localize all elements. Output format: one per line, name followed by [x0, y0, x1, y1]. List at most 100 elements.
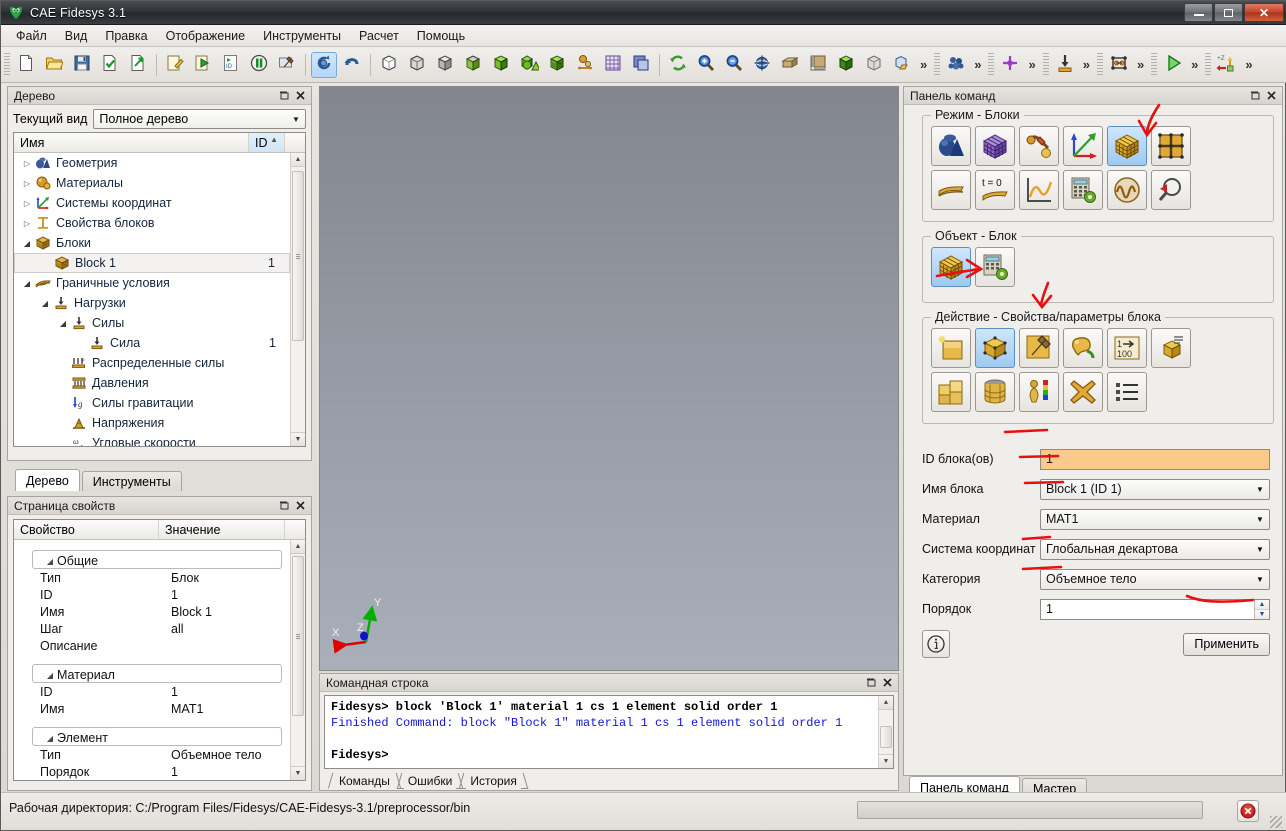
- coordsys-combo[interactable]: Глобальная декартова ▼: [1040, 538, 1270, 560]
- tree-item-7[interactable]: ◢ Нагрузки: [14, 293, 290, 313]
- property-column-property[interactable]: Свойство: [14, 520, 159, 539]
- tree-item-1[interactable]: ▷ Материалы: [14, 173, 290, 193]
- property-row-8[interactable]: Имя MAT1: [14, 700, 290, 717]
- toolbar-overflow-button[interactable]: »: [1133, 57, 1148, 72]
- property-row-7[interactable]: ID 1: [14, 683, 290, 700]
- tree-item-10[interactable]: p Распределенные силы: [14, 353, 290, 373]
- expand-arrow-down-icon[interactable]: ◢: [38, 299, 52, 308]
- property-scroll-thumb[interactable]: [292, 556, 304, 716]
- mode-contact-button[interactable]: [931, 170, 971, 210]
- expand-arrow-right-icon[interactable]: ▷: [20, 199, 34, 208]
- scroll-up-icon[interactable]: ▲: [291, 540, 305, 554]
- open-folder-button[interactable]: [41, 52, 67, 78]
- menu-tools[interactable]: Инструменты: [254, 26, 350, 46]
- export-file-button[interactable]: [125, 52, 151, 78]
- display-transparent-button[interactable]: [861, 52, 887, 78]
- shaded-grey-cube-button[interactable]: [432, 52, 458, 78]
- hiddenline-cube-button[interactable]: [404, 52, 430, 78]
- menu-edit[interactable]: Правка: [96, 26, 156, 46]
- object-block-settings-button[interactable]: [975, 247, 1015, 287]
- action-modify-button[interactable]: [1019, 328, 1059, 368]
- tree-item-5[interactable]: Block 1 1: [14, 253, 290, 273]
- z-axis-view-button[interactable]: +Z: [1214, 52, 1240, 78]
- tree-item-13[interactable]: Напряжения: [14, 413, 290, 433]
- property-row-4[interactable]: Шаг all: [14, 620, 290, 637]
- toolbar-grip[interactable]: [4, 52, 10, 77]
- undo-arrow-button[interactable]: [339, 52, 365, 78]
- action-block-properties-button[interactable]: [975, 328, 1015, 368]
- expand-arrow-down-icon[interactable]: ◢: [56, 319, 70, 328]
- block-name-combo[interactable]: Block 1 (ID 1) ▼: [1040, 478, 1270, 500]
- wireframe-cube-button[interactable]: [376, 52, 402, 78]
- scroll-up-icon[interactable]: ▲: [291, 153, 305, 167]
- action-list-button[interactable]: [1107, 372, 1147, 412]
- expand-arrow-down-icon[interactable]: ◢: [43, 734, 57, 743]
- tree-item-4[interactable]: ◢ Блоки: [14, 233, 290, 253]
- console-tab-0[interactable]: Команды: [327, 773, 402, 789]
- tree-close-button[interactable]: [293, 89, 307, 103]
- edit-journal-button[interactable]: [162, 52, 188, 78]
- tree-item-0[interactable]: ▷ Геометрия: [14, 153, 290, 173]
- save-disk-button[interactable]: [69, 52, 95, 78]
- grid-button[interactable]: [600, 52, 626, 78]
- action-legend-button[interactable]: [1019, 372, 1059, 412]
- mode-initial-state-button[interactable]: t = 0: [975, 170, 1015, 210]
- toolbar-overflow-button[interactable]: »: [1241, 57, 1256, 72]
- tree-column-id[interactable]: ID ▲: [249, 133, 285, 152]
- id-journal-button[interactable]: ID: [218, 52, 244, 78]
- property-float-button[interactable]: [277, 499, 291, 513]
- expand-arrow-right-icon[interactable]: ▷: [20, 179, 34, 188]
- console-scroll-thumb[interactable]: [880, 726, 892, 748]
- expand-arrow-right-icon[interactable]: ▷: [20, 159, 34, 168]
- mode-coordsys-button[interactable]: [1063, 126, 1103, 166]
- property-row-6[interactable]: ◢ Материал: [32, 664, 282, 683]
- node-cross-button[interactable]: [997, 52, 1023, 78]
- action-renumber-button[interactable]: 1 100: [1107, 328, 1147, 368]
- console-tab-2[interactable]: История: [459, 773, 529, 789]
- property-row-11[interactable]: Порядок 1: [14, 763, 290, 780]
- composite-button[interactable]: [572, 52, 598, 78]
- console-float-button[interactable]: [864, 676, 878, 690]
- mode-chart-button[interactable]: [1019, 170, 1059, 210]
- action-merge-button[interactable]: [931, 372, 971, 412]
- action-paint-button[interactable]: [1063, 328, 1103, 368]
- category-combo[interactable]: Объемное тело ▼: [1040, 568, 1270, 590]
- scale-ruler-button[interactable]: [805, 52, 831, 78]
- tree-item-14[interactable]: ω Угловые скорости: [14, 433, 290, 446]
- property-row-5[interactable]: Описание: [14, 637, 290, 654]
- geometry-shapes-button[interactable]: [516, 52, 542, 78]
- object-block-button[interactable]: [931, 247, 971, 287]
- expand-arrow-down-icon[interactable]: ◢: [20, 279, 34, 288]
- tree-float-button[interactable]: [277, 89, 291, 103]
- material-combo[interactable]: MAT1 ▼: [1040, 508, 1270, 530]
- minimize-button[interactable]: [1184, 3, 1213, 22]
- graphics-viewport[interactable]: X Y Z: [319, 86, 899, 671]
- build-hammer-button[interactable]: [274, 52, 300, 78]
- run-solver-button[interactable]: [1160, 52, 1186, 78]
- resize-grip[interactable]: [1270, 816, 1282, 828]
- tree-view[interactable]: Имя ID ▲ ▷ Геометрия ▷ Материалы ▷ Системы ко…: [13, 132, 306, 447]
- new-file-button[interactable]: [13, 52, 39, 78]
- tree-item-2[interactable]: ▷ Системы координат: [14, 193, 290, 213]
- mode-blocks-button[interactable]: [1107, 126, 1147, 166]
- property-row-1[interactable]: Тип Блок: [14, 569, 290, 586]
- smooth-shade-cube-button[interactable]: [460, 52, 486, 78]
- boundary-edges-button[interactable]: [1106, 52, 1132, 78]
- mode-calc-settings-button[interactable]: [1063, 170, 1103, 210]
- property-row-0[interactable]: ◢ Общие: [32, 550, 282, 569]
- load-force-button[interactable]: [1052, 52, 1078, 78]
- property-grid[interactable]: Свойство Значение ◢ Общие Тип Блок ID 1 Имя Blo…: [13, 519, 306, 781]
- left-tab-tree[interactable]: Дерево: [15, 469, 80, 491]
- menu-file[interactable]: Файл: [7, 26, 56, 46]
- command-float-button[interactable]: [1248, 89, 1262, 103]
- zoom-in-button[interactable]: [693, 52, 719, 78]
- property-close-button[interactable]: [293, 499, 307, 513]
- spin-down-icon[interactable]: ▼: [1255, 609, 1269, 619]
- tree-item-8[interactable]: ◢ Силы: [14, 313, 290, 333]
- property-row-10[interactable]: Тип Объемное тело: [14, 746, 290, 763]
- toolbar-grip[interactable]: [988, 52, 995, 77]
- toolbar-grip[interactable]: [1205, 52, 1212, 77]
- expand-arrow-right-icon[interactable]: ▷: [20, 219, 34, 228]
- tree-item-12[interactable]: g Силы гравитации: [14, 393, 290, 413]
- display-solid-button[interactable]: [833, 52, 859, 78]
